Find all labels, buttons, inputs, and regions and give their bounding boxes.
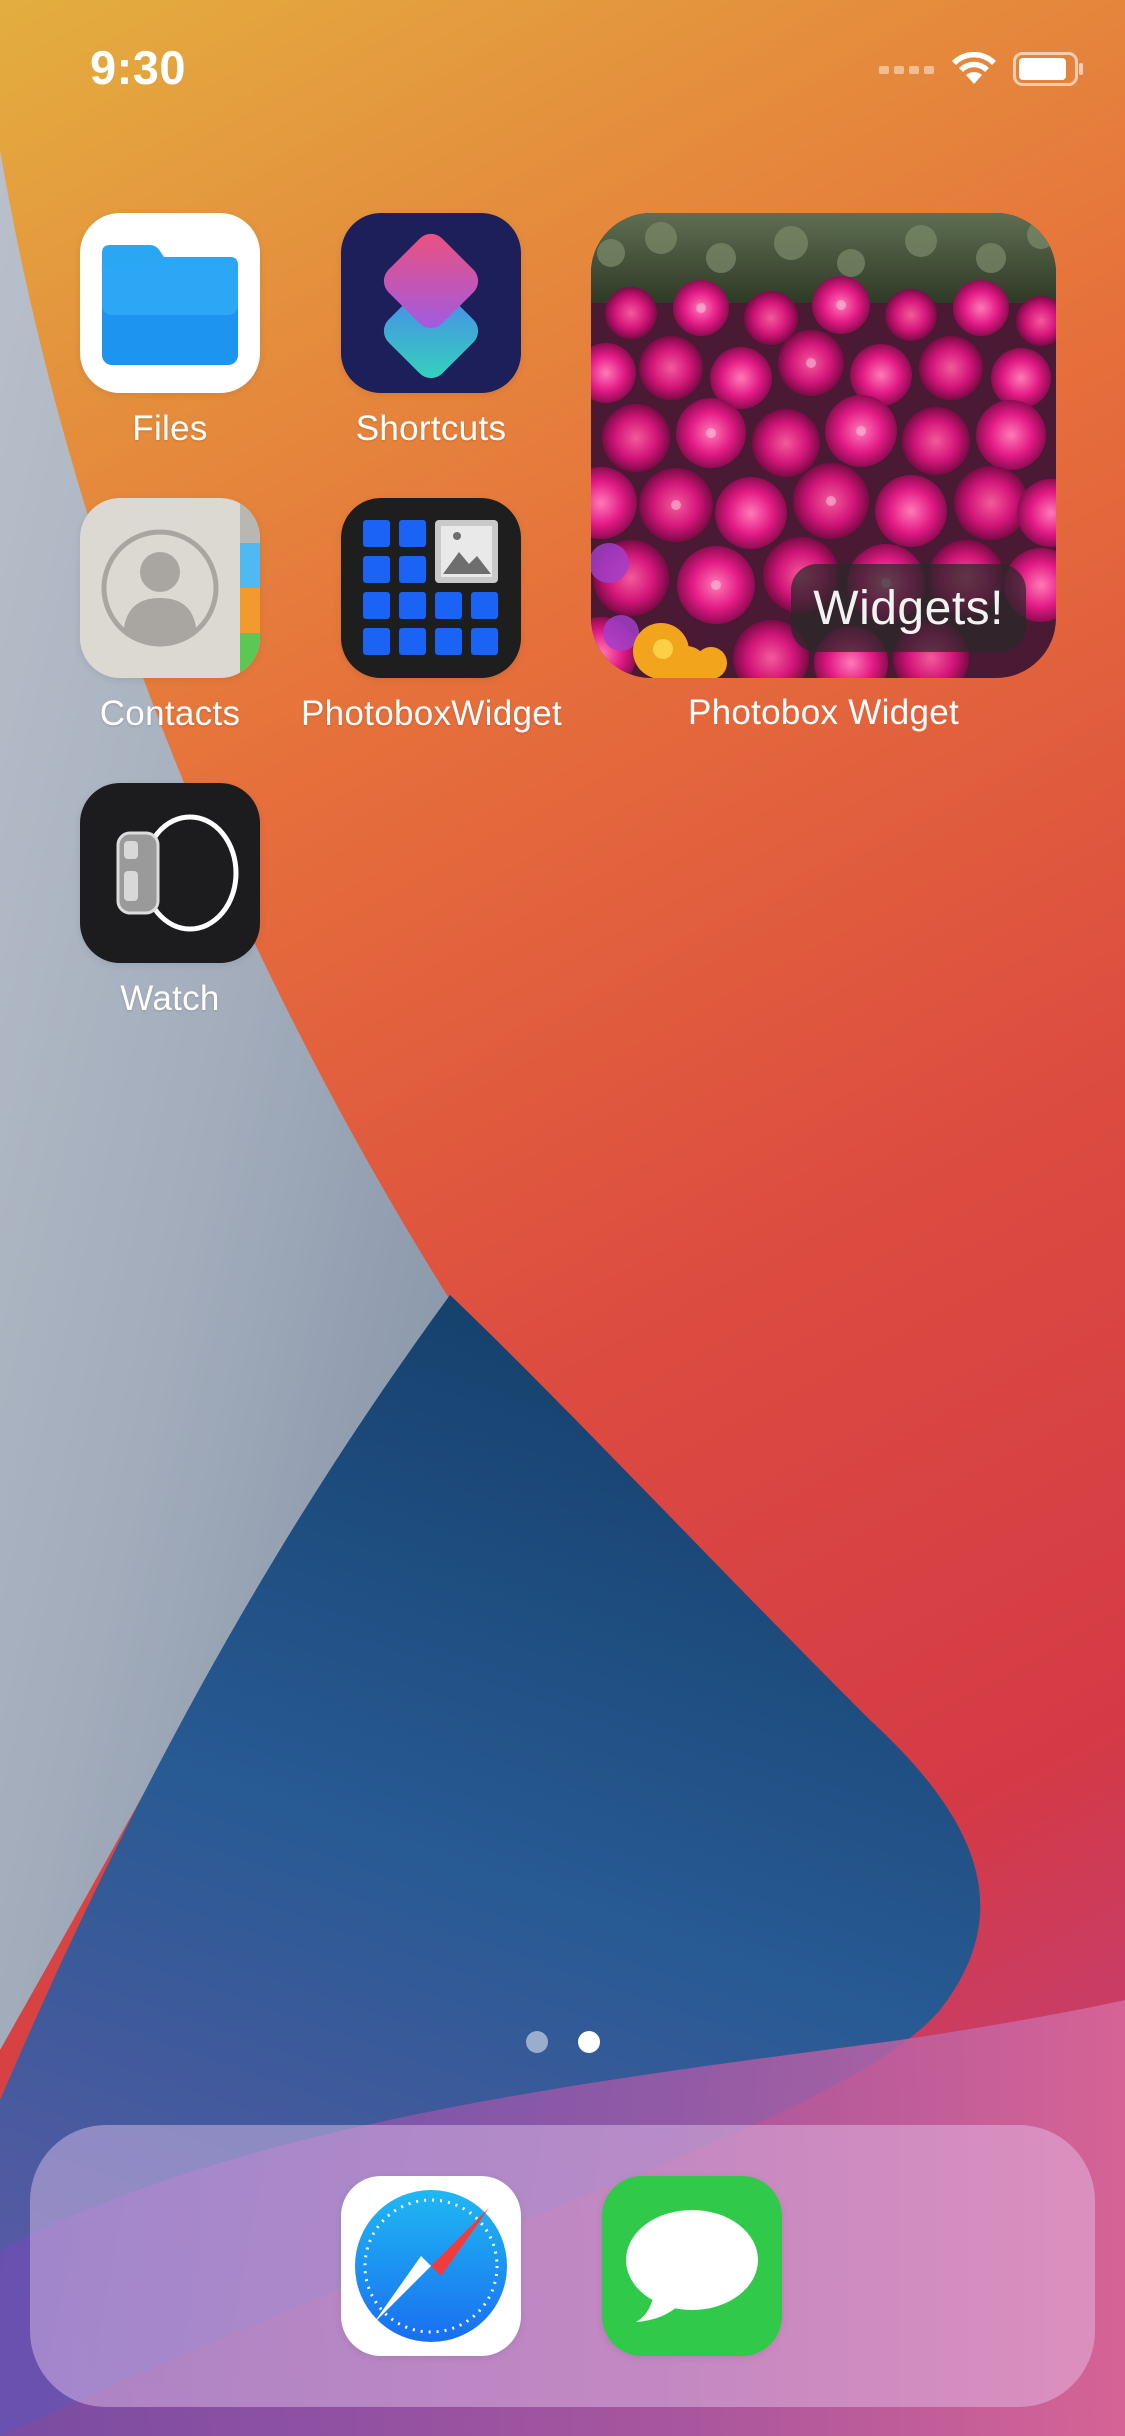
messages-bubble-icon (602, 2176, 782, 2356)
dock-app-safari[interactable] (301, 2176, 561, 2356)
app-photobox-widget[interactable]: PhotoboxWidget (301, 498, 563, 734)
app-label: Shortcuts (355, 409, 507, 448)
status-time: 9:30 (90, 41, 187, 94)
status-icons (879, 52, 1085, 86)
widget-label: Photobox Widget (687, 693, 960, 732)
dock-app-messages[interactable] (562, 2176, 822, 2356)
photobox-widget-icon (341, 498, 521, 678)
page-dot-2[interactable] (577, 2031, 600, 2053)
widget-badge: Widgets! (791, 564, 1026, 652)
app-watch[interactable]: Watch (40, 783, 300, 1019)
page-dot-1[interactable] (525, 2031, 548, 2053)
app-label: Watch (120, 979, 220, 1018)
app-shortcuts[interactable]: Shortcuts (301, 213, 561, 449)
files-folder-icon (80, 213, 260, 393)
app-contacts[interactable]: Contacts (40, 498, 300, 734)
cellular-signal-icon (879, 66, 934, 74)
home-screen: 9:30 Files Shortcuts Contacts PhotoboxWi… (0, 0, 1125, 2436)
page-indicator[interactable] (0, 2031, 1125, 2053)
battery-icon (1013, 52, 1083, 86)
shortcuts-icon (341, 213, 521, 393)
contacts-icon (80, 498, 260, 678)
app-label: Files (132, 409, 208, 448)
app-label: Contacts (99, 694, 241, 733)
apple-watch-icon (80, 783, 260, 963)
photobox-widget[interactable]: Widgets! (591, 213, 1056, 678)
dock (30, 2125, 1095, 2407)
app-label: PhotoboxWidget (301, 694, 563, 733)
safari-compass-icon (341, 2176, 521, 2356)
wifi-icon (952, 52, 996, 84)
app-files[interactable]: Files (40, 213, 300, 449)
